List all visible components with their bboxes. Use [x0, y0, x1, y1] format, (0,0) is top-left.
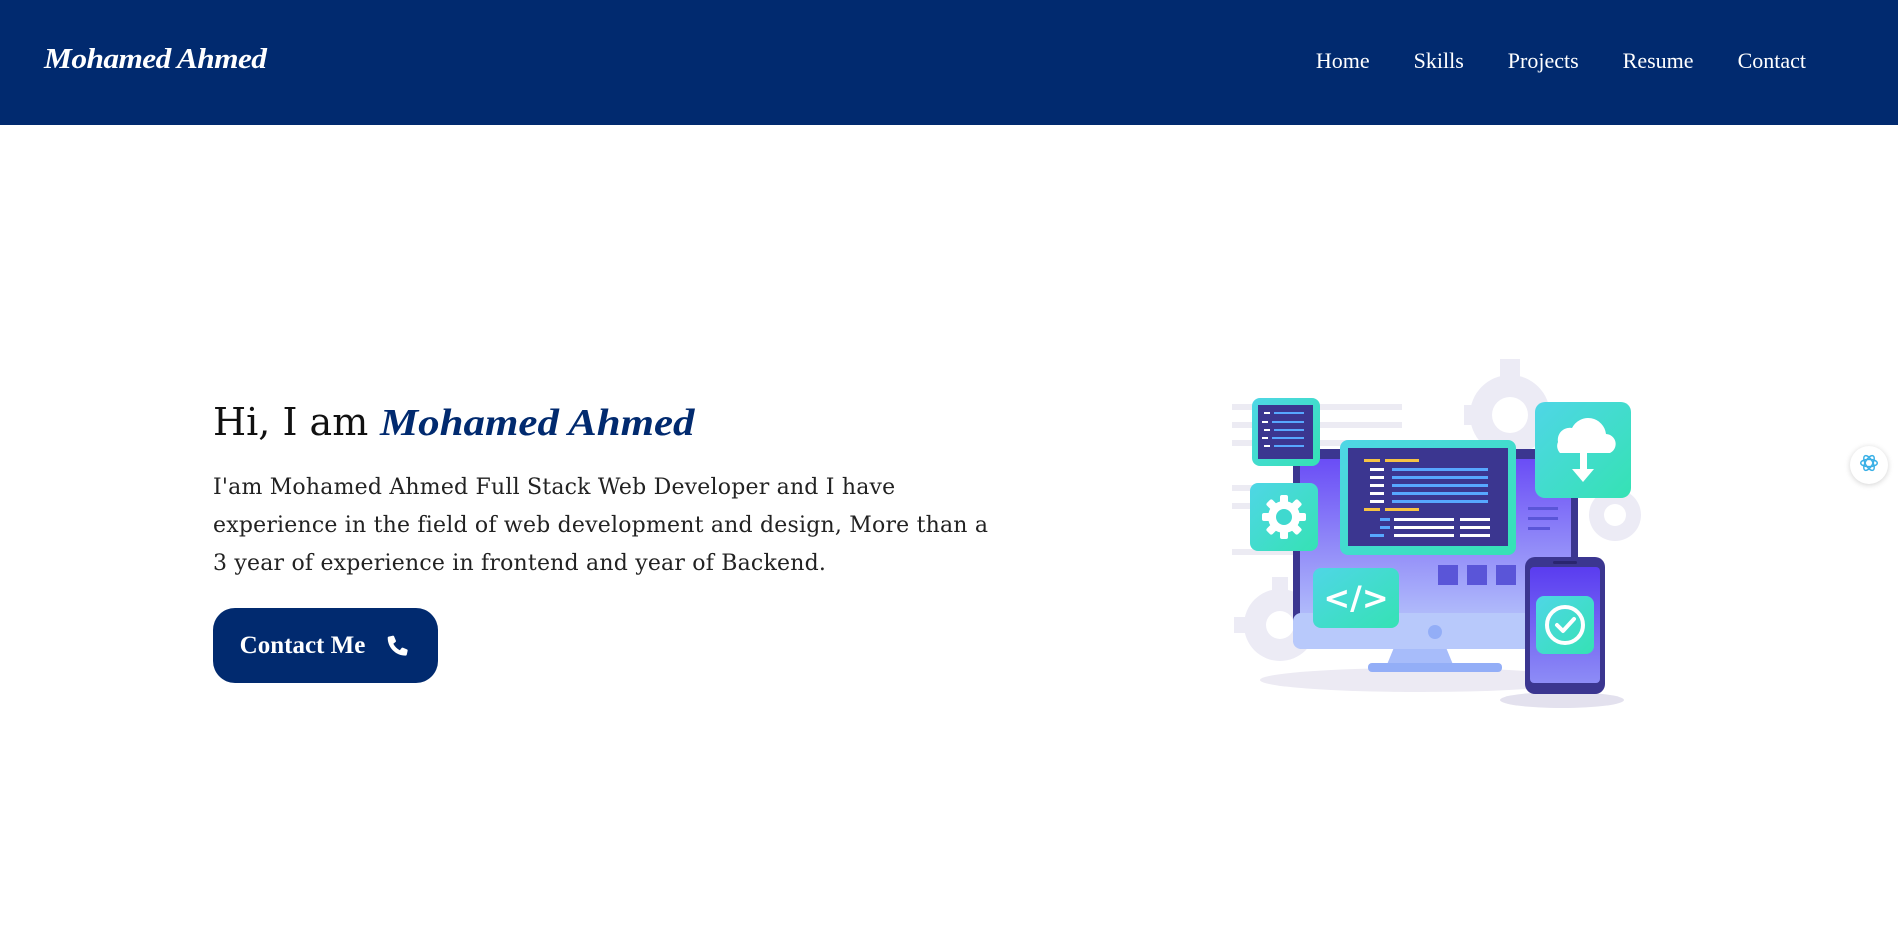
assistant-icon — [1858, 452, 1880, 478]
hero-section: Hi, I am Mohamed Ahmed I'am Mohamed Ahme… — [213, 400, 1013, 583]
nav-link-home[interactable]: Home — [1316, 48, 1370, 74]
phone-icon — [385, 633, 411, 659]
contact-me-label: Contact Me — [239, 631, 366, 659]
assistant-widget-button[interactable] — [1850, 446, 1888, 484]
site-logo[interactable]: Mohamed Ahmed — [44, 44, 267, 76]
nav-links: Home Skills Projects Resume Contact — [1316, 48, 1806, 74]
nav-link-contact[interactable]: Contact — [1738, 48, 1806, 74]
top-navbar: Mohamed Ahmed Home Skills Projects Resum… — [0, 0, 1898, 125]
web-development-illustration: </> — [1220, 355, 1660, 715]
hero-greeting: Hi, I am Mohamed Ahmed — [213, 400, 1013, 445]
hero-bio: I'am Mohamed Ahmed Full Stack Web Develo… — [213, 475, 989, 576]
nav-link-resume[interactable]: Resume — [1623, 48, 1694, 74]
greeting-prefix: Hi, I am — [213, 400, 369, 444]
nav-link-projects[interactable]: Projects — [1508, 48, 1579, 74]
greeting-name: Mohamed Ahmed — [380, 402, 695, 444]
nav-link-skills[interactable]: Skills — [1414, 48, 1464, 74]
svg-text:</>: </> — [1323, 579, 1388, 617]
contact-me-button[interactable]: Contact Me — [213, 608, 438, 683]
